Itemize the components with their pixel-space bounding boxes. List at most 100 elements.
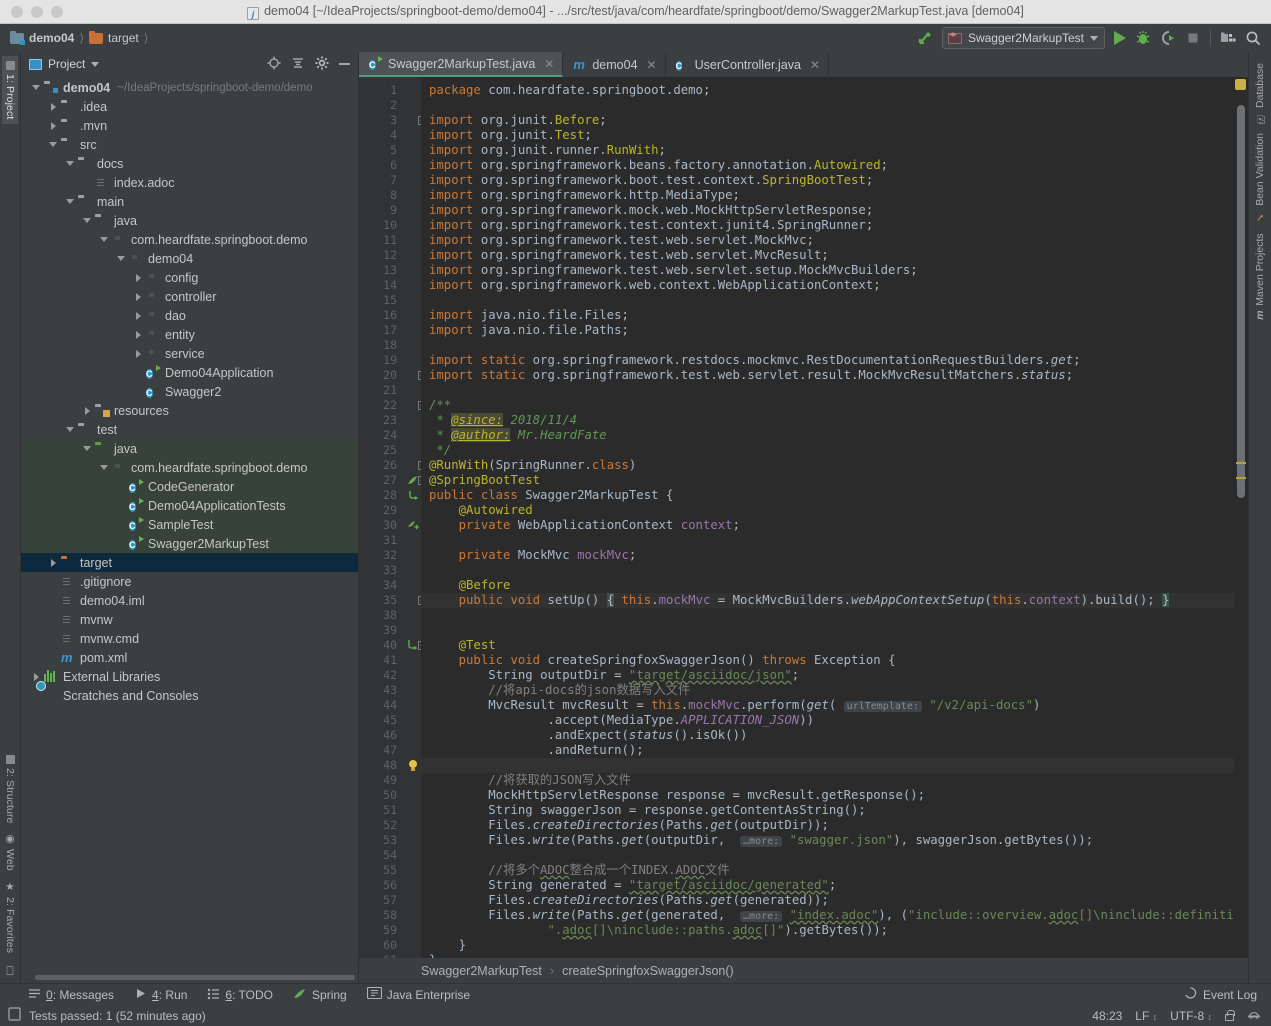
gutter-line-8[interactable]: 8 — [359, 188, 421, 203]
run-test-icon[interactable] — [405, 639, 419, 652]
tree-node--mvn[interactable]: .mvn — [21, 116, 358, 135]
breadcrumb-class[interactable]: Swagger2MarkupTest — [421, 964, 542, 978]
gutter-line-11[interactable]: 11 — [359, 233, 421, 248]
run-configuration-selector[interactable]: Swagger2MarkupTest — [941, 27, 1105, 49]
gutter-line-57[interactable]: 57 — [359, 893, 421, 908]
tree-node-swagger2markuptest[interactable]: C Swagger2MarkupTest — [21, 534, 358, 553]
gutter-line-12[interactable]: 12 — [359, 248, 421, 263]
code-line-26[interactable]: @RunWith(SpringRunner.class) — [421, 458, 1234, 473]
gutter-line-58[interactable]: 58 — [359, 908, 421, 923]
tree-node-target[interactable]: target — [21, 553, 358, 572]
tree-expand-arrow[interactable] — [65, 424, 76, 435]
gutter-line-33[interactable]: 33 — [359, 563, 421, 578]
tree-expand-arrow[interactable] — [48, 120, 59, 131]
code-line-11[interactable]: import org.springframework.test.web.serv… — [421, 233, 1234, 248]
code-line-35[interactable]: public void setUp() { this.mockMvc = Moc… — [421, 593, 1234, 608]
tree-node-demo04application[interactable]: C Demo04Application — [21, 363, 358, 382]
bean-autowired-icon[interactable] — [405, 519, 419, 532]
tree-node-demo04[interactable]: demo04 ~/IdeaProjects/springboot-demo/dem… — [21, 78, 358, 97]
code-line-5[interactable]: import org.junit.runner.RunWith; — [421, 143, 1234, 158]
code-line-55[interactable]: //将多个ADOC整合成一个INDEX.ADOC文件 — [421, 863, 1234, 878]
gutter-line-49[interactable]: 49 — [359, 773, 421, 788]
gutter-line-23[interactable]: 23 — [359, 413, 421, 428]
gutter-line-27[interactable]: 27− — [359, 473, 427, 488]
editor-tab-bar[interactable]: C Swagger2MarkupTest.java ✕ m demo04 ✕ C UserCo… — [359, 52, 1248, 77]
gutter-line-9[interactable]: 9 — [359, 203, 421, 218]
locate-icon[interactable] — [267, 56, 281, 73]
tree-expand-arrow[interactable] — [48, 557, 59, 568]
tree-node-java[interactable]: java — [21, 211, 358, 230]
collapse-all-icon[interactable] — [291, 56, 305, 73]
gutter-line-24[interactable]: 24 — [359, 428, 421, 443]
code-line-50[interactable]: MockHttpServletResponse response = mvcRe… — [421, 788, 1234, 803]
tree-node--gitignore[interactable]: .gitignore — [21, 572, 358, 591]
sidebar-item-database[interactable]: ⎘ Database — [1251, 58, 1269, 128]
bottom-tool-messages[interactable]: 0: Messages — [28, 987, 114, 1003]
gutter-line-55[interactable]: 55 — [359, 863, 421, 878]
run-icon[interactable] — [1114, 31, 1126, 45]
gutter-line-25[interactable]: 25 — [359, 443, 423, 458]
project-view-chevron-down-icon[interactable] — [91, 61, 100, 67]
stop-icon[interactable] — [1185, 30, 1201, 46]
code-line-56[interactable]: String generated = "target/asciidoc/gene… — [421, 878, 1234, 893]
code-line-47[interactable]: .andReturn(); — [421, 743, 1234, 758]
code-line-16[interactable]: import java.nio.file.Files; — [421, 308, 1234, 323]
tree-expand-arrow[interactable] — [48, 633, 59, 644]
gutter-line-42[interactable]: 42 — [359, 668, 421, 683]
tree-node-scratches-and-consoles[interactable]: Scratches and Consoles — [21, 686, 358, 705]
code-line-8[interactable]: import org.springframework.http.MediaTyp… — [421, 188, 1234, 203]
tree-expand-arrow[interactable] — [48, 614, 59, 625]
breadcrumb-target[interactable]: target — [89, 30, 143, 45]
close-icon[interactable]: ✕ — [647, 58, 657, 72]
sidebar-item-structure[interactable]: 2: Structure — [2, 750, 18, 828]
gutter-line-3[interactable]: 3− — [359, 113, 427, 128]
code-line-24[interactable]: * @author: Mr.HeardFate — [421, 428, 1234, 443]
code-line-20[interactable]: import static org.springframework.test.w… — [421, 368, 1234, 383]
close-icon[interactable]: ✕ — [810, 58, 820, 72]
code-line-10[interactable]: import org.springframework.test.context.… — [421, 218, 1234, 233]
tree-node-com-heardfate-springboot-demo[interactable]: com.heardfate.springboot.demo — [21, 458, 358, 477]
gutter-line-51[interactable]: 51 — [359, 803, 421, 818]
tree-node-mvnw[interactable]: mvnw — [21, 610, 358, 629]
sidebar-item-favorites[interactable]: ★ 2: Favorites — [2, 876, 18, 958]
tree-node-mvnw-cmd[interactable]: mvnw.cmd — [21, 629, 358, 648]
tree-node-external-libraries[interactable]: External Libraries — [21, 667, 358, 686]
code-line-48[interactable] — [421, 758, 1234, 773]
code-line-29[interactable]: @Autowired — [421, 503, 1234, 518]
settings-gear-icon[interactable] — [315, 56, 329, 73]
code-line-41[interactable]: public void createSpringfoxSwaggerJson()… — [421, 653, 1234, 668]
tree-expand-arrow[interactable] — [116, 253, 127, 264]
tree-node-swagger2[interactable]: C Swagger2 — [21, 382, 358, 401]
tree-node-main[interactable]: main — [21, 192, 358, 211]
scrollbar-thumb[interactable] — [1237, 105, 1245, 498]
code-line-57[interactable]: Files.createDirectories(Paths.get(genera… — [421, 893, 1234, 908]
gutter-line-41[interactable]: 41 — [359, 653, 421, 668]
tree-node-src[interactable]: src — [21, 135, 358, 154]
bottom-tool-run[interactable]: 4: Run — [134, 987, 187, 1003]
gutter-line-40[interactable]: 40− — [359, 638, 427, 653]
tree-node-controller[interactable]: controller — [21, 287, 358, 306]
project-tree[interactable]: demo04 ~/IdeaProjects/springboot-demo/dem… — [21, 76, 358, 972]
gutter-line-46[interactable]: 46 — [359, 728, 421, 743]
gutter-line-47[interactable]: 47 — [359, 743, 421, 758]
inspection-level-icon[interactable] — [1247, 1007, 1261, 1024]
gutter-line-50[interactable]: 50 — [359, 788, 421, 803]
code-line-25[interactable]: */ — [421, 443, 1234, 458]
tree-expand-arrow[interactable] — [116, 538, 127, 549]
editor-tab-demo04[interactable]: m demo04 ✕ — [563, 52, 666, 77]
tree-node-demo04-iml[interactable]: demo04.iml — [21, 591, 358, 610]
sidebar-item-bean-validation[interactable]: ✓ Bean Validation — [1251, 128, 1269, 228]
tree-expand-arrow[interactable] — [133, 291, 144, 302]
tree-expand-arrow[interactable] — [82, 177, 93, 188]
project-tree-hscrollbar[interactable] — [21, 972, 358, 983]
breadcrumb[interactable]: Swagger2MarkupTest › createSpringfoxSwag… — [359, 958, 1248, 983]
gutter-line-56[interactable]: 56 — [359, 878, 421, 893]
gutter-line-26[interactable]: 26− — [359, 458, 427, 473]
gutter-line-21[interactable]: 21 — [359, 383, 421, 398]
gutter-line-59[interactable]: 59 — [359, 923, 423, 938]
tree-expand-arrow[interactable] — [133, 329, 144, 340]
code-line-6[interactable]: import org.springframework.beans.factory… — [421, 158, 1234, 173]
gutter-line-17[interactable]: 17 — [359, 323, 421, 338]
tree-node-dao[interactable]: dao — [21, 306, 358, 325]
sidebar-item-maven-projects[interactable]: m Maven Projects — [1251, 228, 1269, 325]
